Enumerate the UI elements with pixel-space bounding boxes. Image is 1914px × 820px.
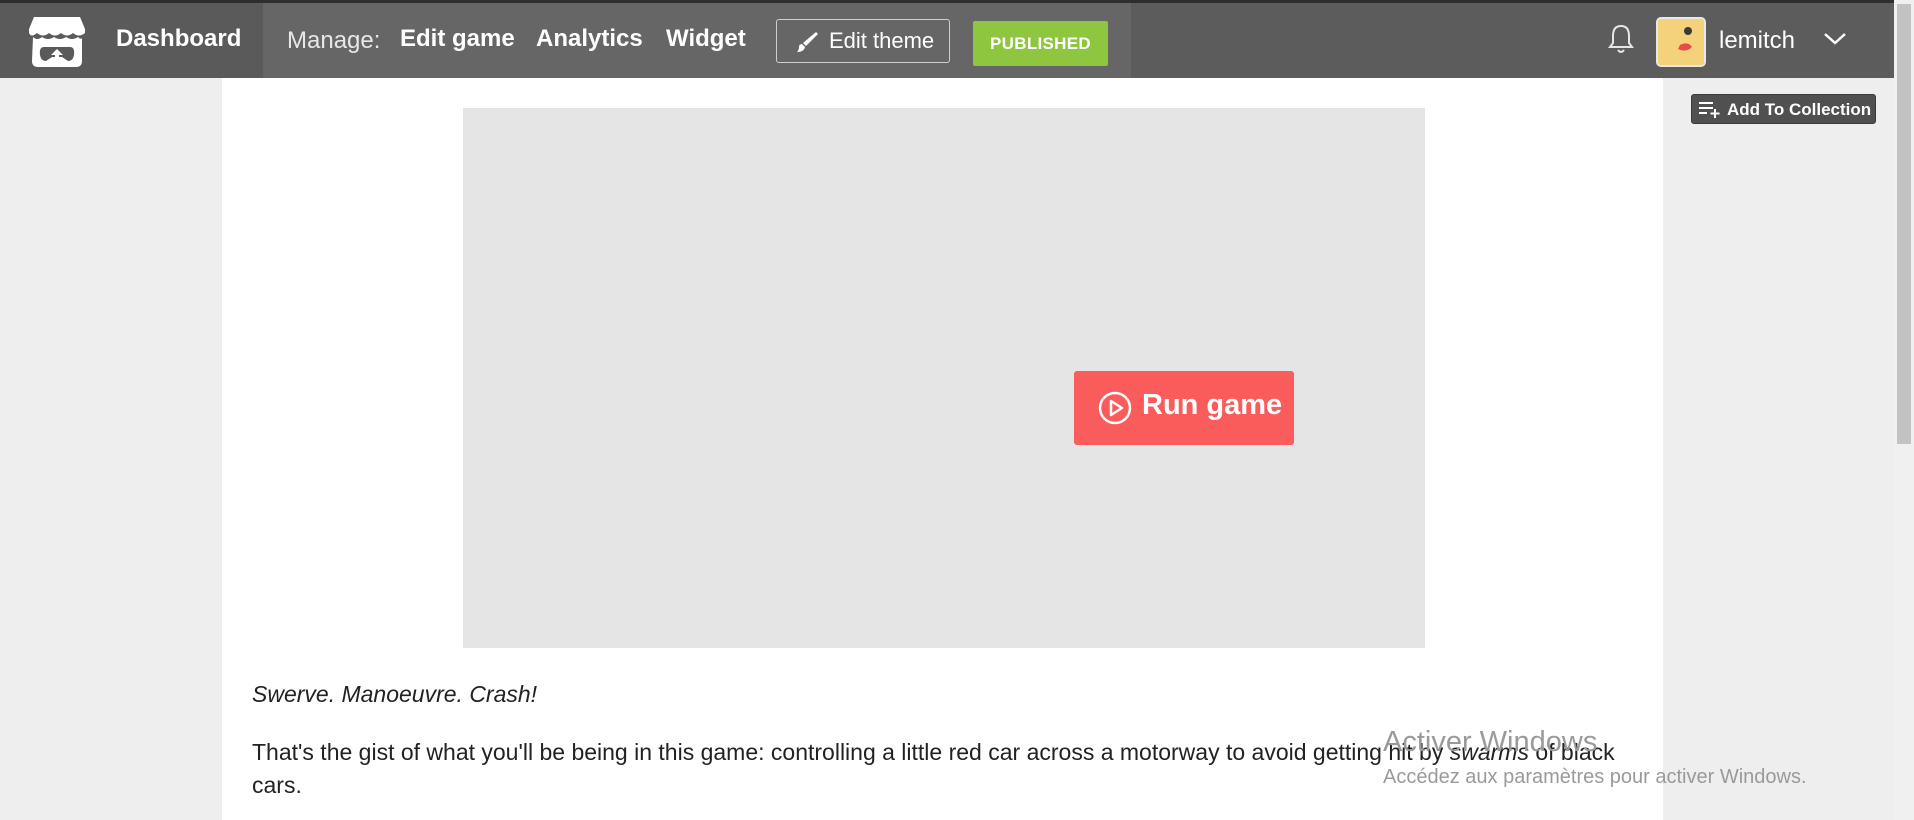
avatar-image-icon [1658,19,1704,65]
analytics-link[interactable]: Analytics [536,25,643,53]
game-page-content: Run game Swerve. Manoeuvre. Crash! That'… [222,78,1663,820]
page-scrollbar[interactable] [1894,0,1914,820]
add-to-list-icon [1699,102,1720,118]
notification-bell-icon[interactable] [1606,23,1636,55]
windows-activation-subtitle: Accédez aux paramètres pour activer Wind… [1383,766,1807,788]
manage-label: Manage: [287,27,381,54]
edit-theme-button[interactable]: Edit theme [776,19,950,63]
paintbrush-icon [797,32,818,52]
run-game-button[interactable]: Run game [1074,371,1294,445]
scrollbar-thumb[interactable] [1897,4,1911,444]
description-text-start: That's the gist of what you'll be being … [252,739,1450,765]
itchio-logo-icon[interactable] [28,15,86,69]
widget-link[interactable]: Widget [666,25,746,53]
edit-theme-label: Edit theme [829,28,935,53]
add-to-collection-label: Add To Collection [1727,100,1872,119]
game-embed-frame: Run game [463,108,1425,648]
add-to-collection-button[interactable]: Add To Collection [1691,94,1876,124]
dashboard-link[interactable]: Dashboard [116,25,241,53]
username-label[interactable]: lemitch [1719,27,1795,55]
windows-activation-title: Activer Windows [1383,726,1598,758]
logo-area: Dashboard [0,3,263,78]
edit-game-link[interactable]: Edit game [400,25,515,53]
published-status-badge[interactable]: PUBLISHED [973,21,1108,66]
top-navigation-bar: Dashboard Manage: Edit game Analytics Wi… [0,0,1894,78]
chevron-down-icon[interactable] [1823,31,1847,47]
user-avatar[interactable] [1656,17,1706,67]
play-circle-icon [1098,391,1132,425]
game-tagline: Swerve. Manoeuvre. Crash! [252,681,538,707]
run-game-label: Run game [1142,389,1283,421]
